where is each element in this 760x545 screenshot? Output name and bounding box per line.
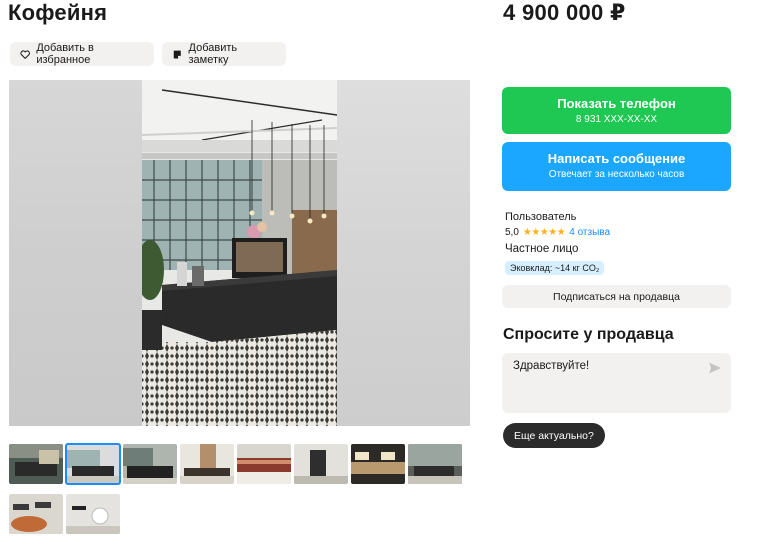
add-to-favorites-label: Добавить в избранное [36, 42, 94, 66]
heart-icon [20, 49, 30, 59]
show-phone-button[interactable]: Показать телефон 8 931 XXX-XX-XX [502, 87, 731, 134]
thumbnail[interactable] [9, 494, 63, 534]
listing-title: Кофейня [8, 0, 108, 25]
note-icon [173, 50, 181, 58]
add-to-favorites-button[interactable]: Добавить в избранное [10, 42, 154, 66]
send-icon[interactable] [708, 361, 722, 375]
subscribe-seller-button[interactable]: Подписаться на продавца [502, 285, 731, 308]
phone-masked: 8 931 XXX-XX-XX [575, 114, 658, 125]
write-message-label: Написать сообщение [547, 151, 686, 166]
thumbnail[interactable] [408, 444, 462, 484]
eco-badge[interactable]: Эковклад: ~14 кг CO₂ [505, 261, 605, 275]
photo-blur-left [9, 80, 142, 426]
thumbnail[interactable] [180, 444, 234, 484]
rating-value: 5,0 [505, 227, 519, 238]
thumbnail[interactable] [294, 444, 348, 484]
seller-type: Частное лицо [505, 243, 579, 255]
photo-blur-right [337, 80, 470, 426]
thumbnail[interactable] [237, 444, 291, 484]
thumbnail[interactable] [123, 444, 177, 484]
message-input[interactable] [513, 360, 703, 406]
response-time-label: Отвечает за несколько часов [548, 169, 685, 180]
write-message-button[interactable]: Написать сообщение Отвечает за несколько… [502, 142, 731, 191]
listing-price: 4 900 000 ₽ [503, 0, 626, 25]
main-photo-gallery[interactable] [9, 80, 470, 426]
reviews-link[interactable]: 4 отзыва [569, 227, 610, 238]
thumbnail-selected[interactable] [65, 443, 121, 485]
seller-name[interactable]: Пользователь [505, 211, 576, 223]
thumbnail[interactable] [351, 444, 405, 484]
quick-reply-chip[interactable]: Еще актуально? [503, 423, 605, 448]
add-note-button[interactable]: Добавить заметку [162, 42, 286, 66]
cafe-interior-photo [142, 80, 337, 426]
thumbnail[interactable] [9, 444, 63, 484]
rating-stars-icon: ★★★★★ [522, 227, 566, 238]
thumbnail[interactable] [66, 494, 120, 534]
show-phone-label: Показать телефон [557, 96, 676, 111]
ask-seller-title: Спросите у продавца [503, 326, 674, 343]
ask-seller-box [502, 353, 731, 413]
seller-rating: 5,0 ★★★★★ 4 отзыва [505, 227, 610, 238]
add-note-label: Добавить заметку [188, 42, 238, 66]
